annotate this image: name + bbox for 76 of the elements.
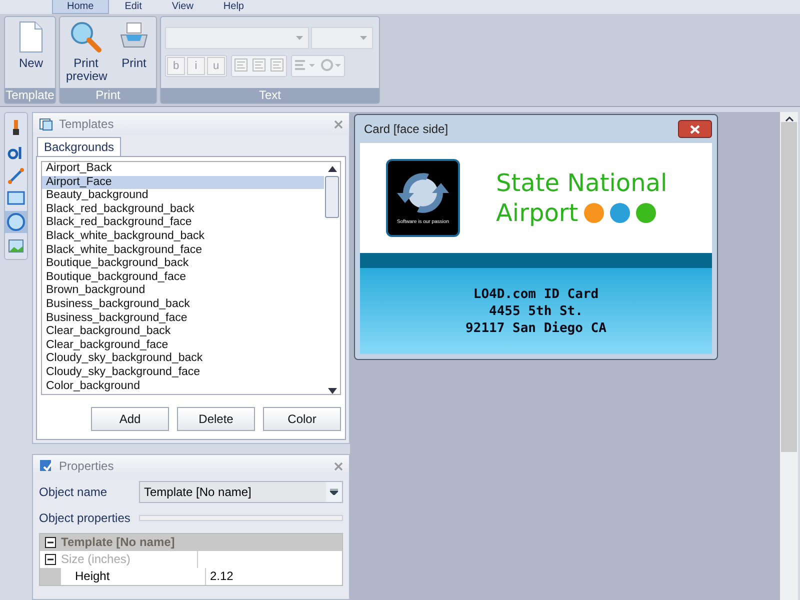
dropdown-arrow-icon [296,36,303,40]
card-heading: State National [496,168,668,198]
object-name-dropdown[interactable]: Template [No name] [139,481,343,503]
color-icon[interactable] [319,57,343,73]
ellipse-icon[interactable] [5,211,27,233]
list-item[interactable]: Brown_background [42,284,324,298]
scrollbar[interactable] [780,112,798,600]
panel-title: Properties [59,459,115,473]
line-icon[interactable] [7,167,25,185]
scroll-thumb[interactable] [781,122,797,452]
scroll-down-icon[interactable] [328,388,336,394]
list-item[interactable]: Boutique_background_face [42,270,324,284]
panel-button[interactable]: Color [263,407,341,431]
magnifier-icon [70,21,102,53]
ribbon-button[interactable]: New [9,19,53,86]
card-text: LO4D.com ID Card [473,286,599,302]
menu-tab[interactable]: Help [209,0,258,14]
list-item[interactable]: Beauty_background [42,189,324,203]
scroll-up-icon[interactable] [328,166,336,172]
list-item[interactable]: Airport_Back [42,162,324,176]
list-item[interactable]: Business_background_face [42,312,324,326]
panel-title: Templates [59,117,115,131]
document-icon [18,21,44,53]
card-heading: Airport [496,198,578,228]
list-item[interactable]: Cloudy_sky_background_back [42,352,324,366]
group-title: Text [161,88,379,103]
property-name: Template [No name] [61,534,175,551]
property-value[interactable]: 2.12 [205,568,342,585]
section-label: Object properties [39,511,131,525]
dropdown-arrow-icon [330,489,338,495]
property-name: Height [74,568,111,585]
group-title: Print [60,88,156,103]
align-icon[interactable] [269,57,285,73]
field-label: Object name [39,485,108,499]
panel-tab[interactable]: Backgrounds [37,137,122,156]
properties-icon [39,459,53,473]
close-button[interactable] [678,120,712,138]
arrows-globe-icon [397,171,449,215]
text-style-icon[interactable] [293,57,317,73]
list-item[interactable]: Black_white_background_face [42,244,324,258]
collapse-icon[interactable] [45,554,56,565]
panel-button[interactable]: Delete [177,407,255,431]
scroll-up-icon[interactable] [784,116,794,122]
ribbon-button[interactable]: Print [112,19,156,86]
picture-icon[interactable] [8,239,24,253]
list-item[interactable]: Black_red_background_back [42,202,324,216]
card-text: 92117 San Diego CA [466,320,606,336]
menu-tab[interactable]: Edit [110,0,156,14]
window-title: Card [face side] [364,122,448,136]
list-item[interactable]: Black_white_background_back [42,230,324,244]
card-text: 4455 5th St. [489,302,583,320]
align-icon[interactable] [233,57,249,73]
list-item[interactable]: Airport_Face [42,176,324,190]
dropdown-arrow-icon [360,36,367,40]
list-item[interactable]: Boutique_background_back [42,257,324,271]
list-item[interactable]: Clear_background_face [42,338,324,352]
scroll-thumb[interactable] [325,176,339,218]
rectangle-icon[interactable] [7,191,25,205]
collapse-icon[interactable] [45,537,56,548]
list-item[interactable]: Cloudy_sky_background_face [42,366,324,380]
property-name: Size (inches) [61,551,132,568]
close-icon[interactable] [334,120,343,128]
menu-tab[interactable]: Home [52,0,109,14]
ribbon-button[interactable]: Print preview [64,19,108,86]
templates-icon [39,117,53,131]
close-icon[interactable] [334,462,343,470]
list-item[interactable]: Business_background_back [42,298,324,312]
list-item[interactable]: Color_background [42,380,324,394]
list-item[interactable]: Clear_background_back [42,325,324,339]
menu-tab[interactable]: View [158,0,208,14]
align-icon[interactable] [251,57,267,73]
list-item[interactable]: Black_red_background_face [42,216,324,230]
close-icon [690,124,700,134]
grid-gutter [40,568,61,585]
group-title: Template [5,88,55,103]
panel-button[interactable]: Add [91,407,169,431]
